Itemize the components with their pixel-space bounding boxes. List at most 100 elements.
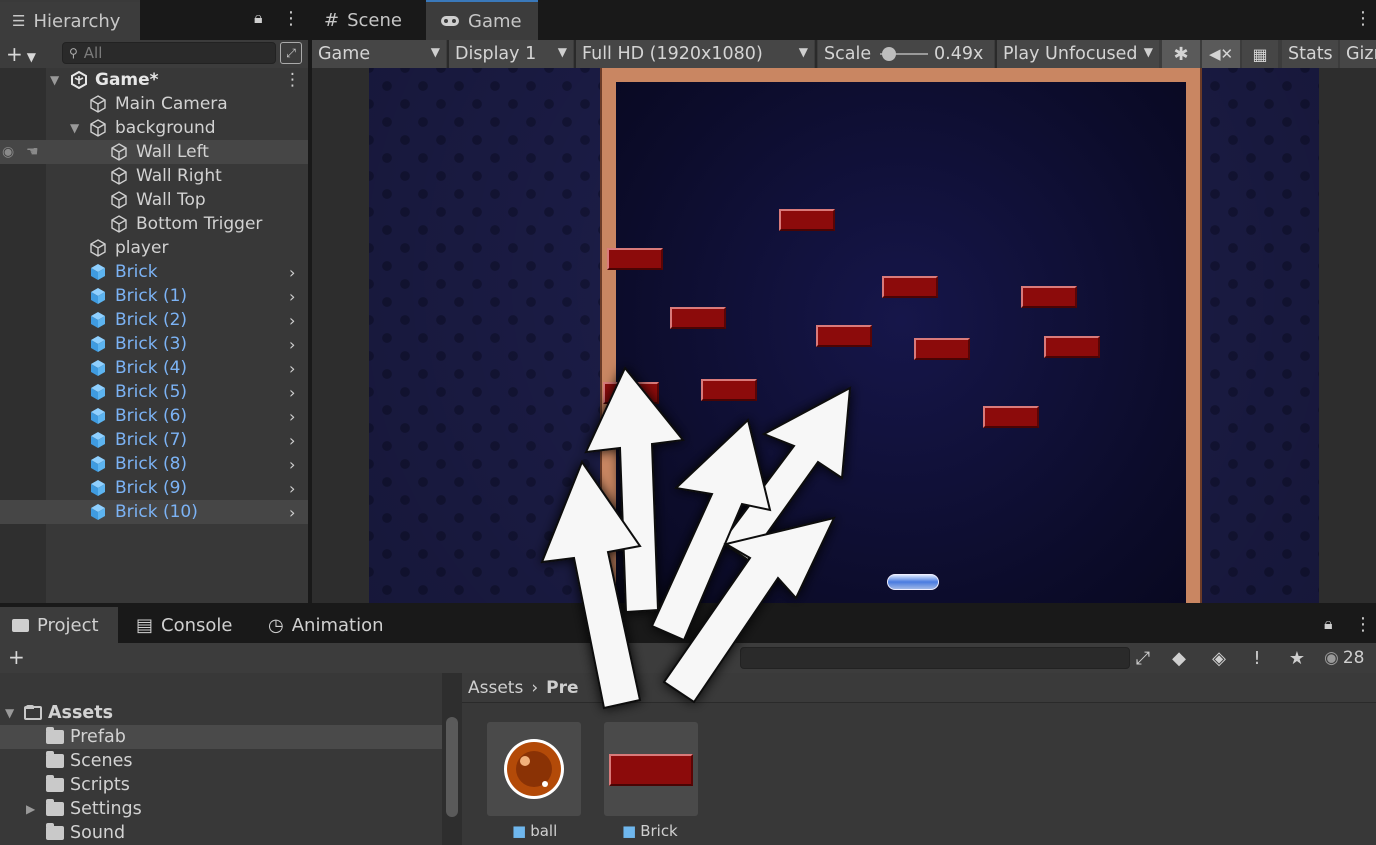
kebab-menu-icon[interactable]: ⋮ xyxy=(1354,8,1372,29)
mute-audio-button[interactable]: ◀✕ xyxy=(1202,40,1240,68)
folder-item[interactable]: ▼ Assets xyxy=(0,701,442,725)
game-view[interactable] xyxy=(312,68,1376,605)
lock-icon[interactable]: 🔒︎ xyxy=(254,8,263,28)
hierarchy-item[interactable]: Wall Right xyxy=(0,164,308,188)
scale-slider-handle[interactable] xyxy=(882,47,896,61)
asset-label-ball[interactable]: ■ ball xyxy=(512,820,557,842)
kebab-menu-icon[interactable]: ⋮ xyxy=(1354,614,1372,635)
open-search-window-icon[interactable]: ⤢ xyxy=(1124,643,1162,673)
tab-game[interactable]: Game xyxy=(426,0,538,40)
folder-item[interactable]: ▶ Settings xyxy=(0,797,442,821)
tab-hierarchy[interactable]: ☰ Hierarchy xyxy=(0,0,140,40)
hierarchy-item-prefab[interactable]: Brick (6) › xyxy=(0,404,308,428)
folder-item[interactable]: Prefab xyxy=(0,725,442,749)
tab-console[interactable]: ▤ Console xyxy=(124,607,250,643)
frame-debugger-button[interactable]: ✱ xyxy=(1162,40,1200,68)
stats-button[interactable]: Stats xyxy=(1282,40,1338,68)
hierarchy-search-input[interactable]: ⚲ All xyxy=(62,42,276,64)
game-render-area[interactable] xyxy=(369,68,1319,605)
warning-icon[interactable]: ! xyxy=(1238,643,1276,673)
lock-icon[interactable]: 🔒︎ xyxy=(1324,614,1333,634)
resolution-dropdown[interactable]: Full HD (1920x1080) ▼ xyxy=(576,40,814,68)
folder-item[interactable]: Scripts xyxy=(0,773,442,797)
chevron-right-icon[interactable]: › xyxy=(289,479,295,498)
folder-item[interactable]: Scenes xyxy=(0,749,442,773)
expand-arrow-icon[interactable]: ▼ xyxy=(5,706,14,720)
tab-project-label: Project xyxy=(37,614,99,636)
hierarchy-item-prefab[interactable]: Brick (2) › xyxy=(0,308,308,332)
stats-label: Stats xyxy=(1288,44,1333,64)
prefab-icon xyxy=(89,263,107,281)
hierarchy-item-prefab[interactable]: Brick (5) › xyxy=(0,380,308,404)
hierarchy-item-prefab[interactable]: Brick (10) › xyxy=(0,500,308,524)
create-asset-button[interactable]: + xyxy=(8,645,25,669)
hierarchy-item-label: Brick (4) xyxy=(115,358,188,378)
asset-tile-ball[interactable] xyxy=(487,722,581,816)
hidden-packages-toggle[interactable]: ◉ 28 xyxy=(1324,643,1364,673)
hierarchy-item[interactable]: Main Camera xyxy=(0,92,308,116)
display-dropdown[interactable]: Display 1 ▼ xyxy=(449,40,573,68)
game-mode-dropdown[interactable]: Game ▼ xyxy=(312,40,446,68)
asset-tile-brick[interactable] xyxy=(604,722,698,816)
hierarchy-item[interactable]: Wall Top xyxy=(0,188,308,212)
chevron-right-icon[interactable]: › xyxy=(289,263,295,282)
chevron-right-icon[interactable]: › xyxy=(289,383,295,402)
search-by-type-icon[interactable]: ◆ xyxy=(1160,643,1198,673)
hierarchy-item-prefab[interactable]: Brick (9) › xyxy=(0,476,308,500)
play-mode-label: Play Unfocused xyxy=(1003,44,1138,64)
tab-console-label: Console xyxy=(161,614,233,636)
chevron-right-icon[interactable]: › xyxy=(289,431,295,450)
chevron-right-icon[interactable]: › xyxy=(289,503,295,522)
open-search-window-icon[interactable]: ⤢ xyxy=(280,42,302,64)
chevron-down-icon: ▼ xyxy=(557,45,567,59)
chevron-right-icon[interactable]: › xyxy=(289,311,295,330)
folder-item[interactable]: Sound xyxy=(0,821,442,845)
kebab-menu-icon[interactable]: ⋮ xyxy=(282,8,300,29)
asset-name: ball xyxy=(530,822,558,840)
hierarchy-scene-root[interactable]: ▼ Game* ⋮ xyxy=(0,68,308,92)
chevron-right-icon[interactable]: › xyxy=(289,359,295,378)
project-search-input[interactable] xyxy=(740,647,1130,669)
game-brick xyxy=(603,382,659,404)
tag-icon[interactable]: ◈ xyxy=(1200,643,1238,673)
game-brick xyxy=(607,248,663,270)
expand-arrow-icon[interactable]: ▶ xyxy=(26,802,35,816)
gizmos-button[interactable]: Gizm xyxy=(1340,40,1376,68)
hierarchy-item-prefab[interactable]: Brick (4) › xyxy=(0,356,308,380)
hierarchy-item-prefab[interactable]: Brick › xyxy=(0,260,308,284)
breadcrumb-item[interactable]: Pre xyxy=(546,678,578,698)
hierarchy-item-prefab[interactable]: Brick (1) › xyxy=(0,284,308,308)
tab-animation[interactable]: ◷ Animation xyxy=(256,607,396,643)
chevron-right-icon[interactable]: › xyxy=(289,407,295,426)
chevron-right-icon[interactable]: › xyxy=(289,287,295,306)
add-object-button[interactable]: + ▼ xyxy=(6,42,36,66)
folder-icon xyxy=(46,751,64,768)
tab-scene[interactable]: # Scene xyxy=(310,0,424,40)
unity-scene-icon xyxy=(71,71,87,89)
game-brick xyxy=(914,338,970,360)
project-tree-scrollbar[interactable] xyxy=(442,673,462,845)
chevron-right-icon[interactable]: › xyxy=(289,335,295,354)
pick-hand-icon[interactable]: ☚ xyxy=(26,144,39,160)
tab-project[interactable]: Project xyxy=(0,607,118,643)
expand-arrow-icon[interactable]: ▼ xyxy=(50,73,59,87)
star-icon[interactable]: ★ xyxy=(1278,643,1316,673)
chevron-down-icon: ▼ xyxy=(1143,45,1153,59)
keyboard-shortcuts-button[interactable]: ▦ xyxy=(1242,40,1278,68)
hierarchy-item-prefab[interactable]: Brick (3) › xyxy=(0,332,308,356)
hierarchy-item-prefab[interactable]: Brick (8) › xyxy=(0,452,308,476)
kebab-menu-icon[interactable]: ⋮ xyxy=(284,70,301,90)
asset-name: Brick xyxy=(640,822,678,840)
hierarchy-item[interactable]: ◉ ☚ Wall Left xyxy=(0,140,308,164)
play-mode-dropdown[interactable]: Play Unfocused ▼ xyxy=(997,40,1159,68)
visibility-eye-icon[interactable]: ◉ xyxy=(2,144,14,160)
asset-label-brick[interactable]: ■ Brick xyxy=(622,820,678,842)
hierarchy-item[interactable]: player xyxy=(0,236,308,260)
hierarchy-item-prefab[interactable]: Brick (7) › xyxy=(0,428,308,452)
hierarchy-item[interactable]: ▼ background xyxy=(0,116,308,140)
breadcrumb-item[interactable]: Assets xyxy=(468,678,523,698)
ball-thumbnail xyxy=(504,739,564,799)
chevron-right-icon[interactable]: › xyxy=(289,455,295,474)
expand-arrow-icon[interactable]: ▼ xyxy=(70,121,79,135)
hierarchy-item[interactable]: Bottom Trigger xyxy=(0,212,308,236)
